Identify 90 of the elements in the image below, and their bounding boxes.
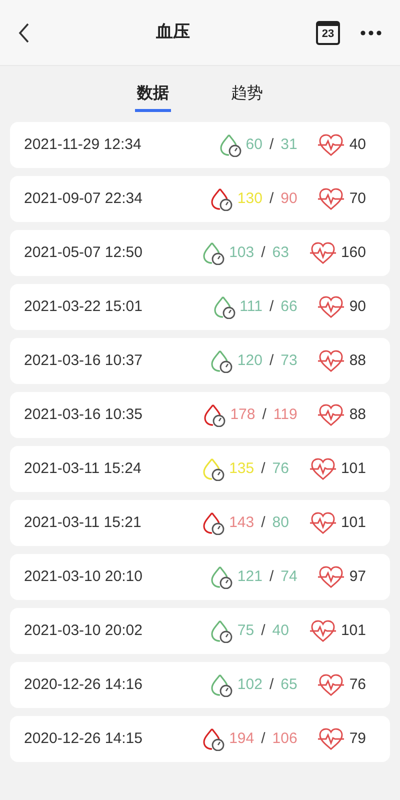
diastolic-value: 66 [280, 296, 298, 317]
tab[interactable]: 趋势 [229, 76, 265, 112]
diastolic-value: 63 [272, 242, 289, 263]
record-time: 2021-09-07 22:34 [24, 188, 144, 209]
record-card[interactable]: 2021-03-11 15:21 143 / 80 101 [10, 500, 390, 546]
systolic-value: 60 [246, 134, 262, 155]
heart-pulse-icon [317, 565, 346, 589]
record-time: 2021-05-07 12:50 [24, 242, 144, 263]
diastolic-value: 90 [280, 188, 298, 209]
systolic-value: 111 [240, 296, 262, 317]
heart-pulse-icon [308, 457, 337, 481]
heart-pulse-icon [317, 133, 346, 157]
heart-pulse-icon [308, 619, 337, 643]
slash: / [269, 134, 274, 155]
slash: / [269, 350, 274, 371]
slash: / [261, 242, 266, 263]
systolic-value: 178 [230, 404, 256, 425]
page-title: 血压 [156, 20, 190, 44]
pulse-value: 76 [349, 674, 366, 695]
heart-pulse-icon [308, 241, 337, 265]
record-time: 2020-12-26 14:16 [24, 674, 144, 695]
record-card[interactable]: 2021-03-22 15:01 111 / 66 90 [10, 284, 390, 330]
slash: / [261, 458, 266, 479]
record-card[interactable]: 2021-03-10 20:10 121 / 74 97 [10, 554, 390, 600]
pulse-value: 88 [349, 350, 366, 371]
slash: / [261, 728, 266, 749]
systolic-value: 75 [237, 620, 254, 641]
slash: / [261, 512, 266, 533]
diastolic-value: 40 [272, 620, 289, 641]
heart-pulse-icon [317, 187, 346, 211]
record-card[interactable]: 2021-03-16 10:37 120 / 73 88 [10, 338, 390, 384]
systolic-value: 120 [237, 350, 262, 371]
record-time: 2020-12-26 14:15 [24, 728, 144, 749]
record-card[interactable]: 2020-12-26 14:16 102 / 65 76 [10, 662, 390, 708]
diastolic-value: 65 [280, 674, 298, 695]
record-card[interactable]: 2021-03-11 15:24 135 / 76 101 [10, 446, 390, 492]
diastolic-value: 74 [280, 566, 298, 587]
systolic-value: 135 [229, 458, 254, 479]
tab[interactable]: 数据 [135, 76, 171, 112]
record-card[interactable]: 2021-05-07 12:50 103 / 63 160 [10, 230, 390, 276]
record-time: 2021-03-16 10:37 [24, 350, 144, 371]
diastolic-value: 106 [272, 728, 298, 749]
slash: / [269, 674, 274, 695]
pulse-value: 90 [349, 296, 366, 317]
record-card[interactable]: 2021-03-16 10:35 178 / 119 88 [10, 392, 390, 438]
record-card[interactable]: 2020-12-26 14:15 194 / 106 79 [10, 716, 390, 762]
diastolic-value: 73 [280, 350, 298, 371]
heart-pulse-icon [317, 403, 346, 427]
pulse-value: 101 [340, 620, 366, 641]
slash: / [262, 404, 266, 425]
systolic-value: 102 [237, 674, 262, 695]
diastolic-value: 31 [280, 134, 298, 155]
pulse-value: 70 [349, 188, 366, 209]
systolic-value: 143 [229, 512, 254, 533]
heart-pulse-icon [308, 511, 337, 535]
pulse-value: 97 [349, 566, 366, 587]
diastolic-value: 76 [272, 458, 289, 479]
pulse-value: 101 [340, 512, 366, 533]
record-card[interactable]: 2021-09-07 22:34 130 / 90 70 [10, 176, 390, 222]
slash: / [261, 620, 266, 641]
pulse-value: 79 [349, 728, 366, 749]
pulse-value: 160 [340, 242, 366, 263]
record-time: 2021-03-11 15:24 [24, 458, 142, 479]
record-time: 2021-03-10 20:10 [24, 566, 144, 587]
diastolic-value: 119 [273, 404, 298, 425]
systolic-value: 194 [229, 728, 254, 749]
pulse-value: 88 [349, 404, 366, 425]
heart-pulse-icon [317, 349, 346, 373]
systolic-value: 103 [229, 242, 254, 263]
calendar-button[interactable]: 23 [316, 20, 340, 44]
systolic-value: 130 [237, 188, 262, 209]
heart-pulse-icon [317, 295, 346, 319]
record-card[interactable]: 2021-11-29 12:34 60 / 31 40 [10, 122, 390, 168]
record-time: 2021-03-11 15:21 [24, 512, 142, 533]
heart-pulse-icon [317, 673, 346, 697]
record-card[interactable]: 2021-03-10 20:02 75 / 40 101 [10, 608, 390, 654]
pulse-value: 40 [349, 134, 366, 155]
record-time: 2021-03-22 15:01 [24, 296, 144, 317]
pulse-value: 101 [340, 458, 366, 479]
slash: / [269, 296, 274, 317]
heart-pulse-icon [317, 727, 346, 751]
diastolic-value: 80 [272, 512, 289, 533]
slash: / [269, 566, 274, 587]
more-icon[interactable] [360, 30, 382, 36]
record-time: 2021-03-16 10:35 [24, 404, 144, 425]
slash: / [269, 188, 274, 209]
record-time: 2021-11-29 12:34 [24, 134, 142, 155]
systolic-value: 121 [237, 566, 262, 587]
back-icon[interactable] [18, 22, 30, 44]
record-time: 2021-03-10 20:02 [24, 620, 144, 641]
